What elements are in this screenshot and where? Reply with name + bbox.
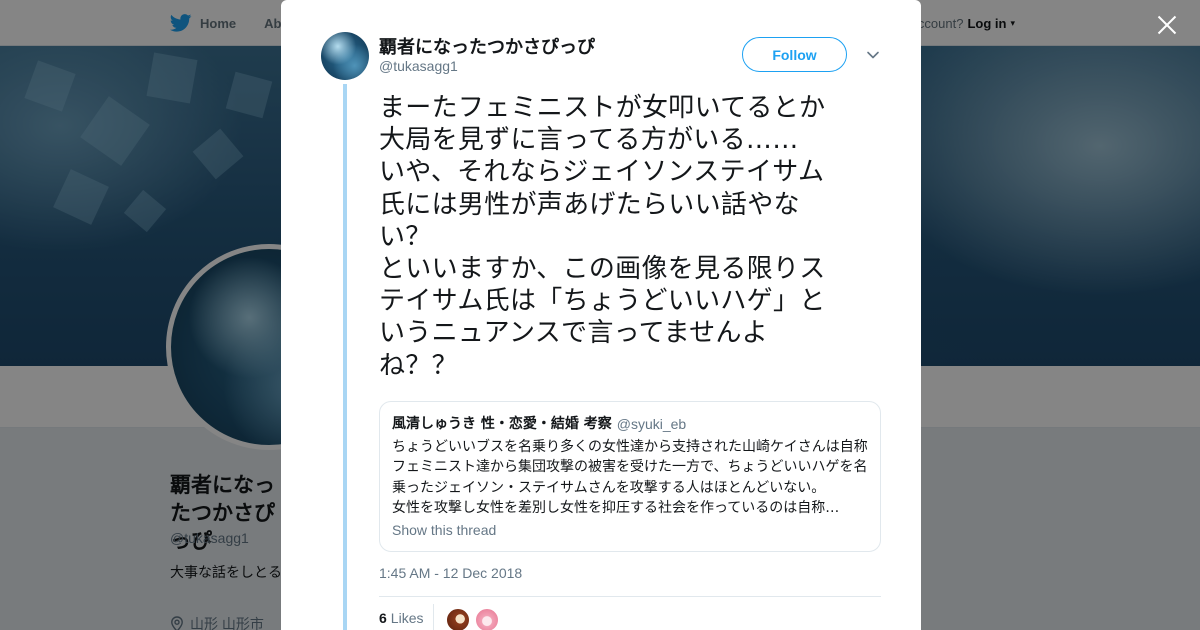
quoted-author-handle: @syuki_eb bbox=[616, 416, 687, 432]
stats-divider bbox=[379, 596, 881, 597]
tweet-timestamp[interactable]: 1:45 AM - 12 Dec 2018 bbox=[379, 565, 522, 581]
follow-button[interactable]: Follow bbox=[742, 37, 847, 72]
author-avatar[interactable] bbox=[321, 32, 369, 80]
close-icon[interactable] bbox=[1154, 12, 1180, 38]
chevron-down-icon[interactable] bbox=[865, 47, 881, 63]
likes-number: 6 bbox=[379, 610, 387, 626]
liker-avatar[interactable] bbox=[446, 608, 470, 630]
quoted-author-name: 風清しゅうき 性・恋愛・結婚 考察 bbox=[392, 416, 612, 432]
likes-count[interactable]: 6 Likes bbox=[379, 610, 423, 626]
tweet-text: まーたフェミニストが女叩いてるとか 大局を見ずに言ってる方がいる…… いや、それ… bbox=[379, 93, 826, 381]
author-screen-name[interactable]: @tukasagg1 bbox=[379, 58, 458, 74]
quoted-tweet[interactable]: 風清しゅうき 性・恋愛・結婚 考察 @syuki_eb ちょうどいいブスを名乗り… bbox=[379, 401, 881, 552]
likes-label: Likes bbox=[390, 610, 424, 626]
quoted-tweet-header: 風清しゅうき 性・恋愛・結婚 考察 @syuki_eb bbox=[392, 415, 868, 433]
tweet-modal: 覇者になったつかさぴっぴ @tukasagg1 Follow まーたフェミニスト… bbox=[281, 0, 921, 630]
author-display-name[interactable]: 覇者になったつかさぴっぴ bbox=[379, 33, 595, 59]
stats-separator bbox=[433, 604, 434, 630]
show-thread-link[interactable]: Show this thread bbox=[392, 520, 868, 540]
thread-line bbox=[343, 84, 347, 630]
quoted-tweet-text: ちょうどいいブスを名乗り多くの女性達から支持された山崎ケイさんは自称 フェミニス… bbox=[392, 439, 868, 516]
liker-avatar[interactable] bbox=[475, 608, 499, 630]
